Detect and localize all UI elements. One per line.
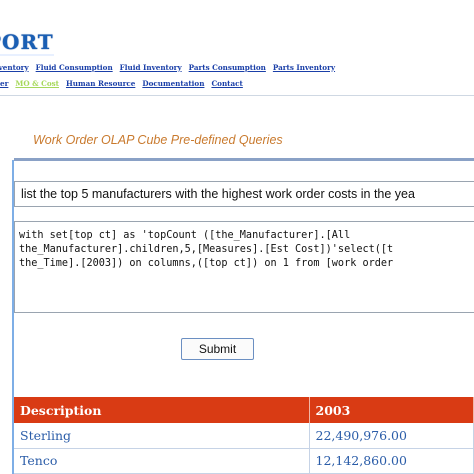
query-line-1: with set[top ct] as 'topCount ([the_Manu… [19,230,351,241]
table-row: Sterling 22,490,976.00 [14,423,474,449]
submit-button[interactable]: Submit [181,338,254,360]
nav-link-parts-consumption[interactable]: Parts Consumption [189,63,266,72]
nav-link-fluid-inventory[interactable]: Fluid Inventory [120,63,182,72]
results-table: Description 2003 Sterling 22,490,976.00 … [14,397,474,474]
top-nav-primary: Inventory Fluid Consumption Fluid Invent… [0,60,464,74]
title-divider [14,158,474,161]
nav-link-documentation[interactable]: Documentation [142,79,204,88]
nav-link-human-resource[interactable]: Human Resource [66,79,135,88]
results-header-row: Description 2003 [14,397,474,423]
column-header-year: 2003 [309,397,474,423]
nav-link-work-order[interactable]: der [0,79,8,88]
query-line-3: the_Time].[2003]) on columns,([top ct]) … [19,258,394,269]
cell-value: 22,490,976.00 [309,423,474,449]
top-nav-secondary: der MO & Cost Human Resource Documentati… [0,76,469,90]
nav-link-parts-inventory[interactable]: Parts Inventory [273,63,335,72]
header-divider [0,95,474,96]
cell-description: Tenco [14,448,310,474]
app-logo: PORT [0,30,54,56]
mdx-query-textarea[interactable]: with set[top ct] as 'topCount ([the_Manu… [14,221,474,313]
cell-description: Sterling [14,423,310,449]
nav-link-fluid-consumption[interactable]: Fluid Consumption [36,63,113,72]
page-title: Work Order OLAP Cube Pre-defined Queries [33,133,283,147]
nav-link-mo-cost[interactable]: MO & Cost [15,79,59,88]
nav-link-inventory[interactable]: Inventory [0,63,29,72]
query-question-field[interactable]: list the top 5 manufacturers with the hi… [14,181,474,207]
table-row: Tenco 12,142,860.00 [14,448,474,474]
nav-link-contact[interactable]: Contact [211,79,242,88]
query-line-2: the_Manufacturer].children,5,[Measures].… [19,244,394,255]
cell-value: 12,142,860.00 [309,448,474,474]
column-header-description: Description [14,397,310,423]
